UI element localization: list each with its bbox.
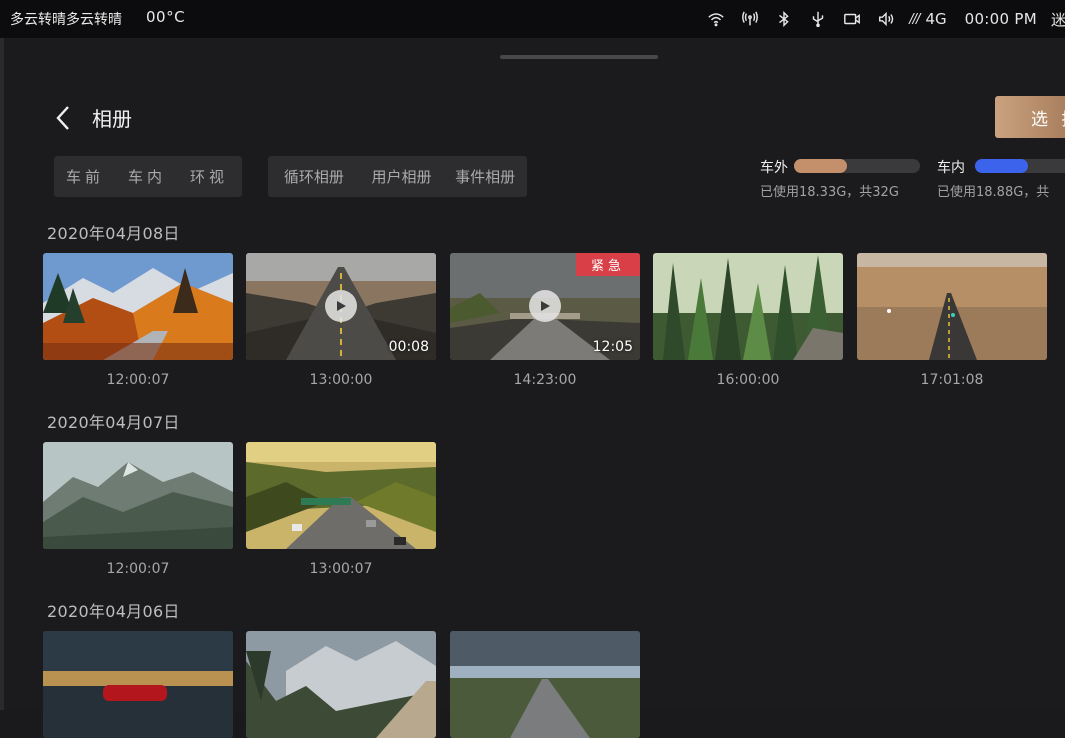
tab-event-album[interactable]: 事件相册 [443, 156, 527, 197]
wifi-icon [705, 8, 727, 30]
urgent-badge: 紧急 [576, 253, 640, 276]
media-thumbnail[interactable] [246, 631, 436, 738]
chevron-left-icon [56, 106, 69, 130]
thumbnail-image [450, 631, 640, 738]
select-button[interactable]: 选 择 [995, 96, 1065, 138]
weather-text: 多云转晴多云转晴 [10, 12, 122, 28]
camera-tabs: 车前 车内 环视 [54, 156, 242, 197]
media-thumbnail[interactable] [653, 253, 843, 360]
drag-handle[interactable] [500, 55, 658, 59]
usb-icon [807, 8, 829, 30]
thumbnail-time: 16:00:00 [716, 372, 780, 388]
video-duration: 12:05 [592, 339, 633, 355]
status-bar: 多云转晴多云转晴 00°C /// 4G 00:00 PM 迷 [0, 0, 1065, 38]
video-thumbnail[interactable]: 00:08 [246, 253, 436, 360]
thumbnail-image [246, 631, 436, 738]
storage-bar [975, 159, 1065, 173]
tab-user-album[interactable]: 用户相册 [360, 156, 444, 197]
date-header: 2020年04月08日 [47, 224, 180, 243]
play-icon[interactable] [325, 290, 357, 322]
storage-usage-text: 已使用18.88G，共 [937, 185, 1050, 200]
storage-label: 车内 [937, 160, 965, 176]
thumbnail-time: 12:00:07 [106, 561, 170, 577]
date-header: 2020年04月07日 [47, 413, 180, 432]
thumbnail-time: 12:00:07 [106, 372, 170, 388]
tab-inside[interactable]: 车内 [116, 156, 178, 197]
media-thumbnail[interactable] [43, 442, 233, 549]
tab-surround[interactable]: 环视 [178, 156, 240, 197]
camera-icon [841, 8, 863, 30]
video-duration: 00:08 [388, 339, 429, 355]
thumbnail-image [43, 442, 233, 549]
thumbnail-image [43, 253, 233, 360]
thumbnail-image [857, 253, 1047, 360]
back-button[interactable] [48, 102, 78, 134]
thumbnail-time: 13:00:00 [309, 372, 373, 388]
volume-icon [875, 8, 897, 30]
play-icon[interactable] [529, 290, 561, 322]
page-title: 相册 [92, 107, 132, 131]
date-header: 2020年04月06日 [47, 602, 180, 621]
video-thumbnail[interactable]: 紧急 12:05 [450, 253, 640, 360]
thumbnail-image [653, 253, 843, 360]
status-icons: /// 4G 00:00 PM 迷 [705, 0, 1065, 38]
storage-usage-text: 已使用18.33G，共32G [760, 185, 899, 200]
network-type: 4G [925, 10, 947, 28]
storage-bar-fill [794, 159, 847, 173]
thumbnail-time: 13:00:07 [309, 561, 373, 577]
tab-loop-album[interactable]: 循环相册 [268, 156, 360, 197]
hotspot-icon [739, 8, 761, 30]
thumbnail-image [43, 631, 233, 738]
storage-bar [794, 159, 920, 173]
tab-front[interactable]: 车前 [54, 156, 116, 197]
media-thumbnail[interactable] [246, 442, 436, 549]
storage-bar-fill [975, 159, 1028, 173]
temperature-text: 00°C [146, 8, 186, 26]
thumbnail-time: 14:23:00 [513, 372, 577, 388]
media-thumbnail[interactable] [450, 631, 640, 738]
album-page: 相册 选 择 车前 车内 环视 循环相册 用户相册 事件相册 车外 已使用18.… [0, 38, 1065, 738]
media-thumbnail[interactable] [43, 631, 233, 738]
album-tabs: 循环相册 用户相册 事件相册 [268, 156, 527, 197]
media-thumbnail[interactable] [857, 253, 1047, 360]
status-overflow-text: 迷 [1051, 10, 1065, 29]
thumbnail-time: 17:01:08 [920, 372, 984, 388]
signal-strength: /// [909, 11, 920, 27]
storage-label: 车外 [760, 160, 788, 176]
bluetooth-icon [773, 8, 795, 30]
clock: 00:00 PM [964, 10, 1037, 28]
thumbnail-image [246, 442, 436, 549]
media-thumbnail[interactable] [43, 253, 233, 360]
